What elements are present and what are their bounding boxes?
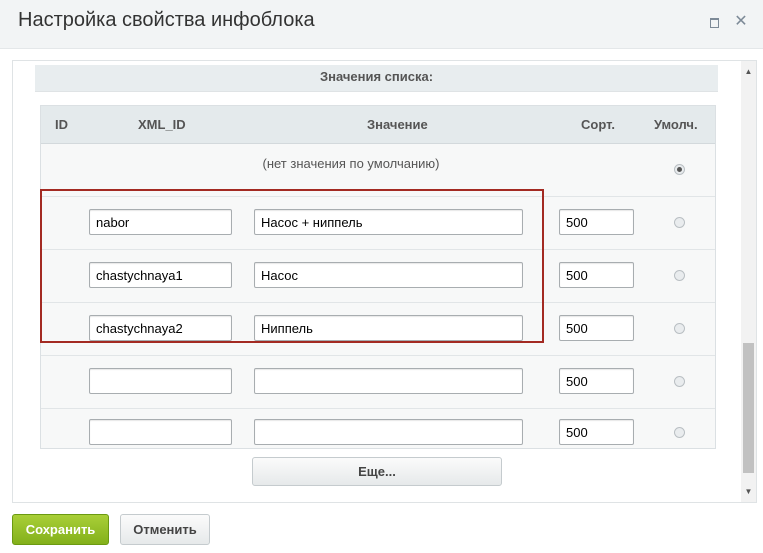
default-radio[interactable] (674, 427, 685, 438)
value-input[interactable] (254, 209, 523, 235)
sort-input[interactable] (559, 315, 634, 341)
table-row (41, 250, 715, 303)
table-row (41, 409, 715, 447)
header-default: Умолч. (654, 117, 698, 132)
values-table: ID XML_ID Значение Сорт. Умолч. (нет зна… (40, 105, 716, 449)
cancel-button[interactable]: Отменить (120, 514, 210, 545)
header-sort: Сорт. (581, 117, 615, 132)
xml-id-input[interactable] (89, 262, 232, 288)
close-icon[interactable]: ✕ (733, 14, 749, 30)
default-radio[interactable] (674, 270, 685, 281)
default-radio[interactable] (674, 217, 685, 228)
default-radio[interactable] (674, 323, 685, 334)
scroll-down-icon[interactable]: ▼ (741, 485, 756, 499)
table-row (41, 356, 715, 409)
xml-id-input[interactable] (89, 209, 232, 235)
header-id: ID (55, 117, 68, 132)
value-input[interactable] (254, 315, 523, 341)
default-radio[interactable] (674, 376, 685, 387)
scroll-thumb[interactable] (743, 343, 754, 473)
table-row (41, 303, 715, 356)
header-value: Значение (367, 117, 428, 132)
more-button[interactable]: Еще... (252, 457, 502, 486)
scrollbar[interactable]: ▲ ▼ (741, 61, 756, 502)
sort-input[interactable] (559, 419, 634, 445)
value-input[interactable] (254, 419, 523, 445)
xml-id-input[interactable] (89, 419, 232, 445)
table-row (41, 197, 715, 250)
table-row-no-default: (нет значения по умолчанию) (41, 144, 715, 197)
save-button[interactable]: Сохранить (12, 514, 109, 545)
dialog-titlebar: Настройка свойства инфоблока ✕ (0, 0, 763, 49)
header-xml-id: XML_ID (138, 117, 186, 132)
table-header: ID XML_ID Значение Сорт. Умолч. (41, 106, 715, 144)
section-title: Значения списка: (35, 65, 718, 92)
sort-input[interactable] (559, 209, 634, 235)
xml-id-input[interactable] (89, 315, 232, 341)
scroll-up-icon[interactable]: ▲ (741, 65, 756, 79)
default-radio-none[interactable] (674, 164, 685, 175)
maximize-icon[interactable] (706, 14, 722, 30)
value-input[interactable] (254, 368, 523, 394)
dialog-title: Настройка свойства инфоблока (18, 9, 315, 31)
sort-input[interactable] (559, 368, 634, 394)
no-default-label: (нет значения по умолчанию) (262, 156, 440, 171)
dialog-content: Значения списка: ID XML_ID Значение Сорт… (12, 60, 757, 503)
sort-input[interactable] (559, 262, 634, 288)
value-input[interactable] (254, 262, 523, 288)
xml-id-input[interactable] (89, 368, 232, 394)
